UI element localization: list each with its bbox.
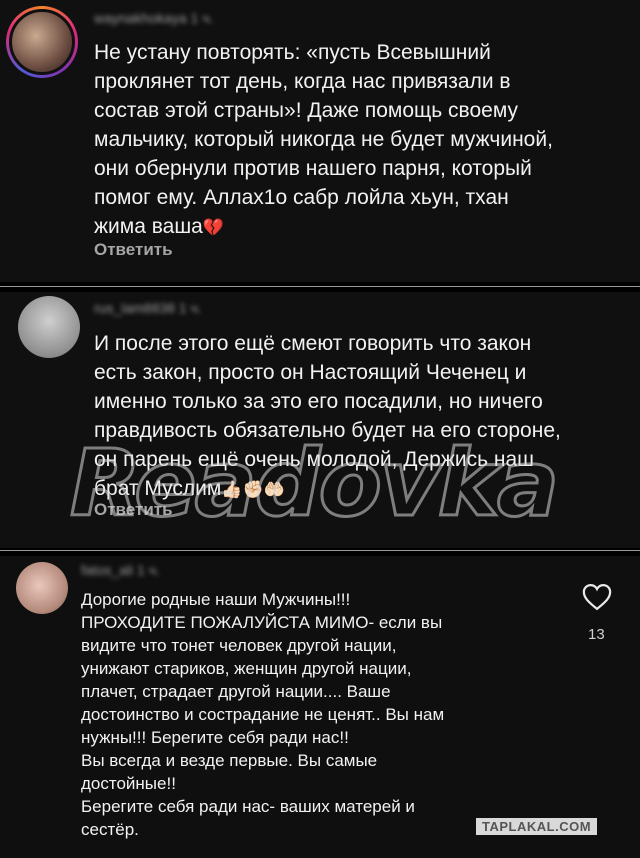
avatar[interactable] [6, 6, 78, 78]
username[interactable]: rus_lam8838 1 ч. [94, 300, 202, 316]
avatar[interactable] [16, 562, 68, 614]
comment-1: waynakhokaya 1 ч. Не устану повторять: «… [0, 0, 640, 282]
reply-button[interactable]: Ответить [94, 240, 173, 260]
heart-outline-icon[interactable] [582, 583, 612, 611]
username[interactable]: waynakhokaya 1 ч. [94, 10, 213, 26]
site-watermark: TAPLAKAL.COM [476, 818, 598, 835]
readovka-watermark: Readovka [69, 429, 561, 539]
svg-text:Readovka: Readovka [70, 430, 557, 537]
comment-text: Дорогие родные наши Мужчины!!! ПРОХОДИТЕ… [81, 590, 445, 839]
like-count: 13 [588, 626, 605, 643]
username[interactable]: fatos_ali 1 ч. [81, 562, 160, 578]
broken-heart-emoji: 💔 [202, 218, 225, 237]
avatar[interactable] [18, 296, 80, 358]
comment-text: Не устану повторять: «пусть Всевышний пр… [94, 41, 553, 238]
divider [0, 286, 640, 287]
